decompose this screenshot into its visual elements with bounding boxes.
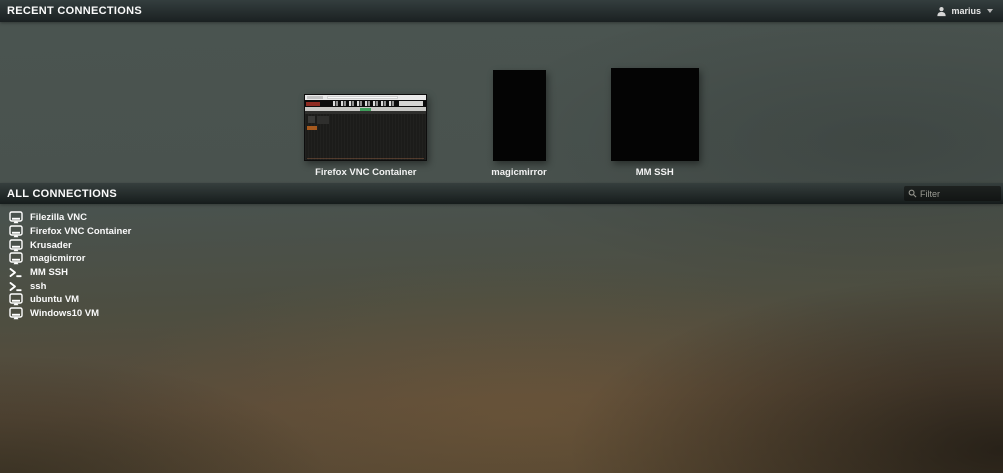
thumbnail-page-content — [305, 114, 426, 160]
thumbnail-headline-text — [333, 101, 394, 106]
user-icon — [936, 6, 947, 17]
thumbnail-page-toolbar — [305, 107, 426, 111]
connection-item-mm-ssh[interactable]: MM SSH — [0, 266, 1003, 280]
recent-connection-label: magicmirror — [491, 167, 546, 178]
recent-connections-row: Firefox VNC Container magicmirror MM SSH — [0, 68, 1003, 178]
filter-input[interactable] — [920, 189, 997, 199]
recent-connection-label: Firefox VNC Container — [315, 167, 416, 178]
recent-thumbnail-magicmirror[interactable] — [493, 70, 546, 161]
thumbnail-browser-tab — [307, 96, 323, 99]
thumbnail-right-block — [399, 101, 423, 106]
user-menu[interactable]: marius — [933, 4, 996, 19]
connection-item-krusader[interactable]: Krusader — [0, 238, 1003, 252]
search-icon — [908, 189, 917, 198]
connection-item-magicmirror[interactable]: magicmirror — [0, 252, 1003, 266]
thumbnail-gray-tile — [317, 116, 329, 124]
connection-label: ubuntu VM — [30, 294, 79, 305]
recent-connection-firefox-vnc-container[interactable]: Firefox VNC Container — [304, 94, 427, 178]
recent-thumbnail-firefox-vnc-container[interactable] — [304, 94, 427, 161]
connection-label: Firefox VNC Container — [30, 226, 131, 237]
monitor-icon — [9, 252, 23, 265]
thumbnail-green-button — [360, 108, 371, 111]
all-connections-header-bar: ALL CONNECTIONS — [0, 183, 1003, 204]
recent-connection-magicmirror[interactable]: magicmirror — [491, 70, 546, 178]
connection-item-ubuntu-vm[interactable]: ubuntu VM — [0, 293, 1003, 307]
thumbnail-page-masthead — [305, 100, 426, 107]
terminal-icon — [9, 280, 23, 293]
thumbnail-url-field — [327, 96, 398, 99]
filter-box[interactable] — [904, 186, 1001, 201]
connection-label: MM SSH — [30, 267, 68, 278]
thumbnail-red-logo — [306, 102, 320, 106]
monitor-icon — [9, 225, 23, 238]
connection-label: Windows10 VM — [30, 308, 99, 319]
thumbnail-orange-link — [307, 126, 317, 130]
recent-thumbnail-mm-ssh[interactable] — [611, 68, 699, 161]
recent-connections-title: RECENT CONNECTIONS — [7, 5, 142, 17]
connection-item-ssh[interactable]: ssh — [0, 279, 1003, 293]
monitor-icon — [9, 307, 23, 320]
username-label: marius — [951, 6, 981, 16]
monitor-icon — [9, 239, 23, 252]
guacamole-home-screen: RECENT CONNECTIONS marius — [0, 0, 1003, 473]
monitor-icon — [9, 293, 23, 306]
connection-item-filezilla-vnc[interactable]: Filezilla VNC — [0, 211, 1003, 225]
recent-connection-mm-ssh[interactable]: MM SSH — [611, 68, 699, 178]
thumbnail-gray-tile — [308, 116, 315, 123]
connection-label: ssh — [30, 281, 46, 292]
caret-down-icon — [987, 9, 993, 13]
connection-label: Filezilla VNC — [30, 212, 87, 223]
thumbnail-footer-line — [307, 158, 424, 159]
connection-label: Krusader — [30, 240, 72, 251]
recent-connections-section: Firefox VNC Container magicmirror MM SSH — [0, 22, 1003, 184]
connection-list: Filezilla VNC Firefox VNC Container Krus… — [0, 211, 1003, 320]
all-connections-title: ALL CONNECTIONS — [7, 188, 117, 200]
connection-item-windows10-vm[interactable]: Windows10 VM — [0, 306, 1003, 320]
connection-label: magicmirror — [30, 253, 85, 264]
connection-item-firefox-vnc-container[interactable]: Firefox VNC Container — [0, 225, 1003, 239]
recent-connections-header-bar: RECENT CONNECTIONS marius — [0, 0, 1003, 22]
monitor-icon — [9, 211, 23, 224]
terminal-icon — [9, 266, 23, 279]
recent-connection-label: MM SSH — [636, 167, 674, 178]
